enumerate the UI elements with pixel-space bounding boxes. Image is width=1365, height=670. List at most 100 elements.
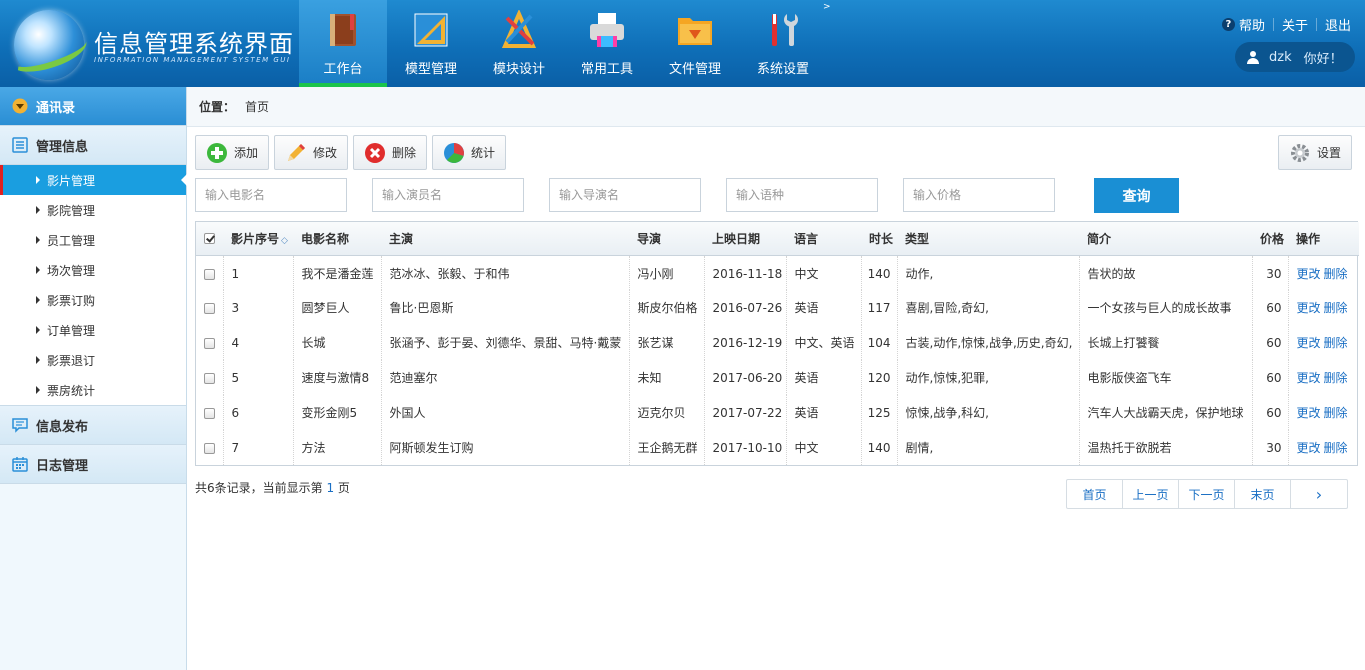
cell-actions: 更改 删除 (1287, 255, 1359, 290)
row-checkbox[interactable] (203, 407, 215, 419)
actor-name-input[interactable] (372, 178, 524, 212)
table-row[interactable]: 1 我不是潘金莲 范冰冰、张毅、于和伟 冯小刚 2016-11-18 中文 140 动作, 告状… (196, 255, 1359, 290)
toolbar: 添加 修改 删除 统计 (195, 135, 511, 170)
sidebar-section-log[interactable]: 日志管理 (0, 445, 186, 484)
sidebar-item-label: 票房统计 (47, 383, 96, 398)
nav-workbench[interactable]: 工作台 (299, 0, 387, 87)
about-link[interactable]: 关于 (1282, 15, 1308, 34)
column-header: 价格 (1252, 222, 1288, 256)
sidebar-item-box-office[interactable]: 票房统计 (0, 375, 186, 405)
sidebar-section-contacts[interactable]: 通讯录 (0, 87, 186, 126)
stats-button[interactable]: 统计 (432, 135, 507, 170)
chevron-right-icon[interactable]: › (1291, 480, 1347, 508)
sidebar-item-order-management[interactable]: 订单管理 (0, 315, 186, 345)
table-row[interactable]: 6 变形金刚5 外国人 迈克尔贝 2017-07-22 英语 125 惊悚,战争,科幻, 汽车人… (196, 395, 1359, 430)
cell-id: 6 (222, 395, 293, 430)
row-delete-link[interactable]: 删除 (1324, 301, 1348, 315)
nav-file-management[interactable]: 文件管理 (651, 0, 739, 87)
cell-price: 30 (1251, 430, 1288, 465)
next-page-link[interactable]: 下一页 (1179, 480, 1235, 508)
row-edit-link[interactable]: 更改 (1297, 301, 1321, 315)
row-edit-link[interactable]: 更改 (1297, 371, 1321, 385)
sidebar-item-cinema-management[interactable]: 影院管理 (0, 195, 186, 225)
row-checkbox[interactable] (203, 442, 215, 454)
cell-genre: 动作,惊悚,犯罪, (896, 360, 1079, 395)
sidebar-item-movie-management[interactable]: 影片管理 (0, 165, 187, 195)
cell-intro: 汽车人大战霸天虎，保护地球 (1078, 395, 1252, 430)
search-button[interactable]: 查询 (1094, 178, 1179, 213)
nav-module-design[interactable]: 模块设计 (475, 0, 563, 87)
sidebar-item-ticket-booking[interactable]: 影票订购 (0, 285, 186, 315)
edit-button-label: 修改 (313, 146, 338, 160)
settings-button[interactable]: 设置 (1277, 135, 1352, 170)
divider (1272, 18, 1274, 31)
nav-common-tools[interactable]: 常用工具 (563, 0, 651, 87)
last-page-link[interactable]: 末页 (1235, 480, 1291, 508)
column-header[interactable]: 影片序号 ◇ (223, 222, 293, 256)
chat-bubble-icon (12, 417, 28, 433)
row-checkbox[interactable] (203, 302, 215, 314)
main-content: 位置： 首页 添加 修改 删除 统计 设置 输入电影名 输入演员名 输入导演名 … (187, 87, 1365, 670)
table-row[interactable]: 5 速度与激情8 范迪塞尔 未知 2017-06-20 英语 120 动作,惊悚,犯罪, 电影版… (196, 360, 1359, 395)
nav-system-settings[interactable]: 系统设置 (739, 0, 827, 87)
add-button[interactable]: 添加 (195, 135, 270, 170)
director-name-input[interactable] (549, 178, 701, 212)
column-header: 简介 (1079, 222, 1252, 256)
cell-price: 60 (1251, 290, 1288, 325)
sidebar-item-staff-management[interactable]: 员工管理 (0, 225, 186, 255)
language-input[interactable] (726, 178, 878, 212)
edit-button[interactable]: 修改 (274, 135, 349, 170)
sidebar-section-manage-info[interactable]: 管理信息 (0, 126, 186, 165)
tools-icon (763, 10, 803, 50)
table-row[interactable]: 3 圆梦巨人 鲁比·巴恩斯 斯皮尔伯格 2016-07-26 英语 117 喜剧,冒险,奇幻,… (196, 290, 1359, 325)
column-header: 主演 (381, 222, 629, 256)
row-checkbox-cell (196, 360, 223, 395)
breadcrumb-current[interactable]: 首页 (245, 98, 269, 115)
price-input[interactable] (903, 178, 1055, 212)
row-delete-link[interactable]: 删除 (1324, 371, 1348, 385)
first-page-link[interactable]: 首页 (1067, 480, 1123, 508)
row-edit-link[interactable]: 更改 (1297, 336, 1321, 350)
cell-lang: 英语 (785, 290, 861, 325)
select-all-checkbox[interactable] (196, 222, 223, 256)
pagination: 首页 上一页 下一页 末页 › (1066, 479, 1348, 509)
user-badge[interactable]: dzk 你好！ (1235, 42, 1355, 72)
row-edit-link[interactable]: 更改 (1297, 441, 1321, 455)
sort-icon[interactable]: ◇ (281, 236, 288, 246)
checkbox[interactable] (204, 233, 215, 245)
top-header: 信息管理系统界面 INFORMATION MANAGEMENT SYSTEM G… (0, 0, 1365, 87)
cell-duration: 140 (860, 430, 897, 465)
sidebar-item-session-management[interactable]: 场次管理 (0, 255, 186, 285)
prev-page-link[interactable]: 上一页 (1123, 480, 1179, 508)
delete-button[interactable]: 删除 (353, 135, 428, 170)
sidebar-section-label: 信息发布 (36, 419, 89, 435)
triangle-right-icon (36, 326, 40, 334)
cell-id: 5 (222, 360, 293, 395)
row-edit-link[interactable]: 更改 (1297, 406, 1321, 420)
table-row[interactable]: 7 方法 阿斯顿发生订购 王企鹅无群 2017-10-10 中文 140 剧情, 温热托于欲脱若… (196, 430, 1359, 465)
row-delete-link[interactable]: 删除 (1324, 406, 1348, 420)
logout-link[interactable]: 退出 (1325, 15, 1351, 34)
row-checkbox[interactable] (203, 372, 215, 384)
sidebar-item-label: 影票退订 (47, 353, 96, 368)
row-delete-link[interactable]: 删除 (1324, 336, 1348, 350)
table-row[interactable]: 4 长城 张涵予、彭于晏、刘德华、景甜、马特·戴蒙 张艺谋 2016-12-19 中文、英… (196, 325, 1359, 360)
movie-name-input[interactable] (195, 178, 347, 212)
chevron-down-circle-icon (12, 98, 28, 114)
row-checkbox-cell (196, 430, 223, 465)
row-delete-link[interactable]: 删除 (1324, 267, 1348, 281)
row-delete-link[interactable]: 删除 (1324, 441, 1348, 455)
nav-model-management[interactable]: 模型管理 (387, 0, 475, 87)
row-checkbox[interactable] (203, 268, 215, 280)
cell-cast: 张涵予、彭于晏、刘德华、景甜、马特·戴蒙 (380, 325, 629, 360)
sidebar-item-ticket-refund[interactable]: 影票退订 (0, 345, 186, 375)
record-summary-suffix: 页 (334, 481, 350, 495)
user-name: dzk (1269, 49, 1292, 65)
sidebar-item-label: 员工管理 (47, 233, 96, 248)
column-header: 电影名称 (293, 222, 381, 256)
sidebar-section-publish[interactable]: 信息发布 (0, 406, 186, 445)
help-link[interactable]: 帮助 (1239, 15, 1265, 34)
row-edit-link[interactable]: 更改 (1297, 267, 1321, 281)
movie-table: 影片序号 ◇ 电影名称 主演 导演 上映日期 语言 时长 类型 简介 价格 操作 … (195, 221, 1359, 466)
row-checkbox[interactable] (203, 337, 215, 349)
